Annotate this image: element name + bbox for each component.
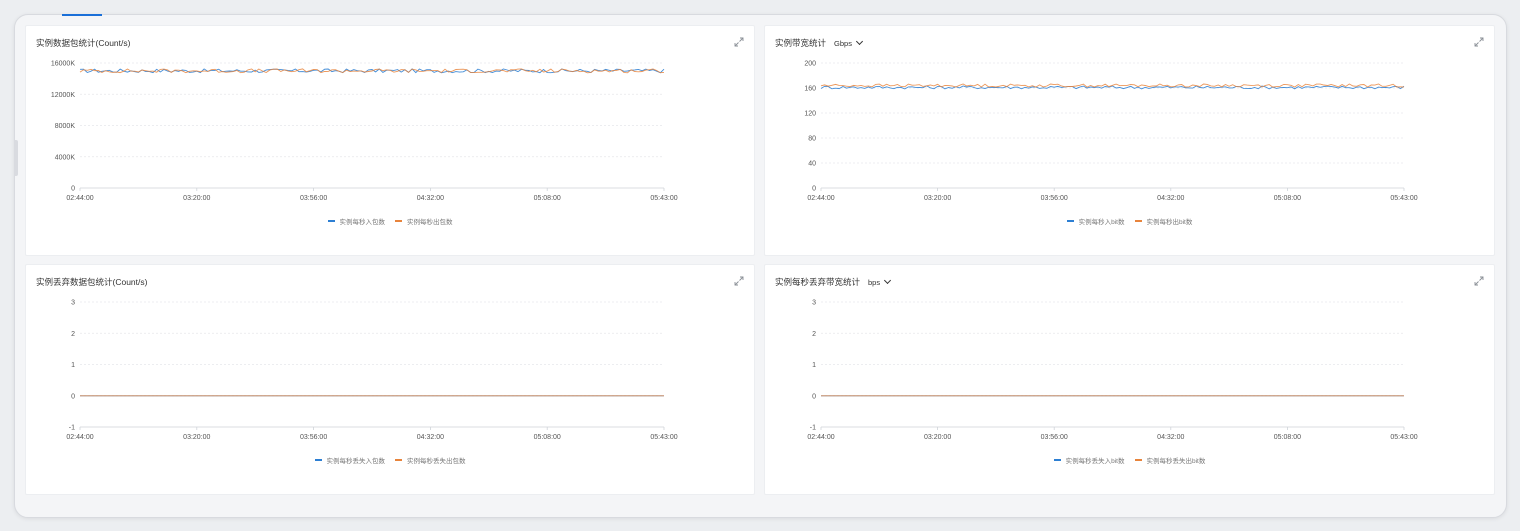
y-tick-label: 200	[804, 61, 816, 68]
chart-legend: 实例每秒入包数 实例每秒出包数	[26, 216, 754, 226]
y-tick-label: 160	[804, 86, 816, 93]
legend-swatch-out	[395, 459, 402, 461]
chevron-down-icon	[884, 276, 892, 285]
x-tick-label: 05:43:00	[1390, 434, 1417, 441]
x-tick-label: 03:20:00	[183, 434, 210, 441]
expand-icon[interactable]	[1474, 276, 1484, 286]
y-tick-label: 3	[71, 300, 75, 307]
y-tick-label: 120	[804, 111, 816, 118]
expand-icon[interactable]	[734, 276, 744, 286]
bandwidth-chart-panel: 0 40 80 120 160 200 02:44:00 03:20:00 03:56:00 04…	[764, 25, 1495, 256]
legend-swatch-in	[1066, 220, 1074, 222]
x-tick-label: 04:32:00	[1157, 434, 1184, 441]
x-tick-label: 02:44:00	[807, 195, 834, 202]
chart-legend: 实例每秒丢失入bit数 实例每秒丢失出bit数	[765, 455, 1494, 465]
legend-label: 实例每秒丢失入包数	[326, 458, 386, 465]
legend-swatch-out	[395, 220, 402, 222]
legend-item-out[interactable]: 实例每秒出bit数	[1134, 216, 1193, 226]
x-tick-label: 03:20:00	[924, 434, 951, 441]
packets-chart-panel: 0 4000K 8000K 12000K 16000K 02:44:00 03:20:00 0…	[25, 25, 755, 256]
panel-title: 实例每秒丢弃带宽统计	[775, 277, 861, 287]
x-tick-label: 05:08:00	[534, 434, 561, 441]
chart-legend: 实例每秒入bit数 实例每秒出bit数	[765, 216, 1494, 226]
y-tick-label: -1	[69, 425, 75, 432]
chevron-down-icon	[855, 37, 863, 46]
x-tick-label: 03:20:00	[183, 195, 210, 202]
y-tick-label: 8000K	[55, 123, 76, 130]
y-tick-label: 1	[71, 362, 75, 369]
legend-label: 实例每秒丢失出bit数	[1146, 458, 1206, 465]
chart-legend: 实例每秒丢失入包数 实例每秒丢失出包数	[26, 455, 754, 465]
active-tab-indicator	[62, 14, 102, 16]
sidebar-collapse-handle[interactable]	[14, 140, 18, 176]
panel-header: 实例丢弃数据包统计(Count/s)	[36, 275, 147, 289]
legend-swatch-in	[1053, 459, 1061, 461]
y-tick-label: 16000K	[51, 61, 75, 68]
y-tick-label: 2	[71, 331, 75, 338]
legend-item-out[interactable]: 实例每秒丢失出bit数	[1134, 455, 1206, 465]
y-tick-label: 3	[812, 300, 816, 307]
dropped-bandwidth-chart-panel: -1 0 1 2 3 02:44:00 03:20:00 03:56:00 04:32:00 05…	[764, 264, 1495, 495]
x-tick-label: 03:20:00	[924, 195, 951, 202]
legend-label: 实例每秒入包数	[339, 219, 386, 226]
legend-item-in[interactable]: 实例每秒丢失入bit数	[1053, 455, 1125, 465]
legend-item-out[interactable]: 实例每秒出包数	[395, 216, 453, 226]
x-tick-label: 05:08:00	[1274, 195, 1301, 202]
x-tick-label: 04:32:00	[417, 195, 444, 202]
series-line-in	[820, 85, 1405, 90]
legend-label: 实例每秒出bit数	[1146, 219, 1193, 226]
legend-label: 实例每秒丢失出包数	[407, 458, 466, 465]
y-tick-label: 0	[71, 393, 75, 400]
x-tick-label: 05:08:00	[534, 195, 561, 202]
x-tick-label: 02:44:00	[66, 434, 93, 441]
dropped-packets-chart-panel: -1 0 1 2 3 02:44:00 03:20:00 03:56:00 04:32:00 05…	[25, 264, 755, 495]
expand-icon[interactable]	[1474, 37, 1484, 47]
y-tick-label: 80	[808, 136, 816, 143]
x-tick-label: 03:56:00	[300, 434, 327, 441]
panel-title: 实例数据包统计(Count/s)	[36, 38, 131, 48]
y-tick-label: 1	[812, 362, 816, 369]
panel-title: 实例带宽统计	[775, 38, 827, 48]
y-tick-label: 0	[812, 186, 816, 193]
y-tick-label: 40	[808, 161, 816, 168]
y-tick-label: -1	[810, 425, 816, 432]
legend-swatch-in	[314, 459, 322, 461]
unit-select[interactable]: bps	[868, 276, 892, 287]
legend-item-in[interactable]: 实例每秒丢失入包数	[314, 455, 386, 465]
panel-title: 实例丢弃数据包统计(Count/s)	[36, 277, 148, 287]
panel-header: 实例带宽统计 Gbps	[775, 36, 863, 50]
y-tick-label: 2	[812, 331, 816, 338]
expand-icon[interactable]	[734, 37, 744, 47]
legend-item-in[interactable]: 实例每秒入bit数	[1066, 216, 1125, 226]
x-tick-label: 02:44:00	[66, 195, 93, 202]
legend-item-in[interactable]: 实例每秒入包数	[327, 216, 386, 226]
panel-header: 实例每秒丢弃带宽统计 bps	[775, 275, 892, 289]
x-tick-label: 04:32:00	[417, 434, 444, 441]
x-tick-label: 04:32:00	[1157, 195, 1184, 202]
y-tick-label: 12000K	[51, 92, 75, 99]
x-tick-label: 05:08:00	[1274, 434, 1301, 441]
x-tick-label: 03:56:00	[300, 195, 327, 202]
panel-header: 实例数据包统计(Count/s)	[36, 36, 130, 50]
legend-item-out[interactable]: 实例每秒丢失出包数	[395, 455, 466, 465]
x-tick-label: 02:44:00	[807, 434, 834, 441]
y-tick-label: 0	[812, 393, 816, 400]
unit-select[interactable]: Gbps	[834, 37, 863, 48]
y-tick-label: 0	[71, 186, 75, 193]
x-tick-label: 03:56:00	[1041, 434, 1068, 441]
legend-swatch-in	[327, 220, 335, 222]
x-tick-label: 05:43:00	[650, 195, 677, 202]
legend-label: 实例每秒丢失入bit数	[1065, 458, 1125, 465]
legend-swatch-out	[1134, 459, 1142, 461]
legend-label: 实例每秒出包数	[407, 219, 453, 226]
unit-select-value: Gbps	[834, 38, 852, 48]
y-tick-label: 4000K	[55, 154, 76, 161]
x-tick-label: 05:43:00	[650, 434, 677, 441]
unit-select-value: bps	[868, 277, 881, 287]
x-tick-label: 03:56:00	[1041, 195, 1068, 202]
legend-label: 实例每秒入bit数	[1078, 219, 1125, 226]
legend-swatch-out	[1134, 220, 1142, 222]
x-tick-label: 05:43:00	[1390, 195, 1417, 202]
